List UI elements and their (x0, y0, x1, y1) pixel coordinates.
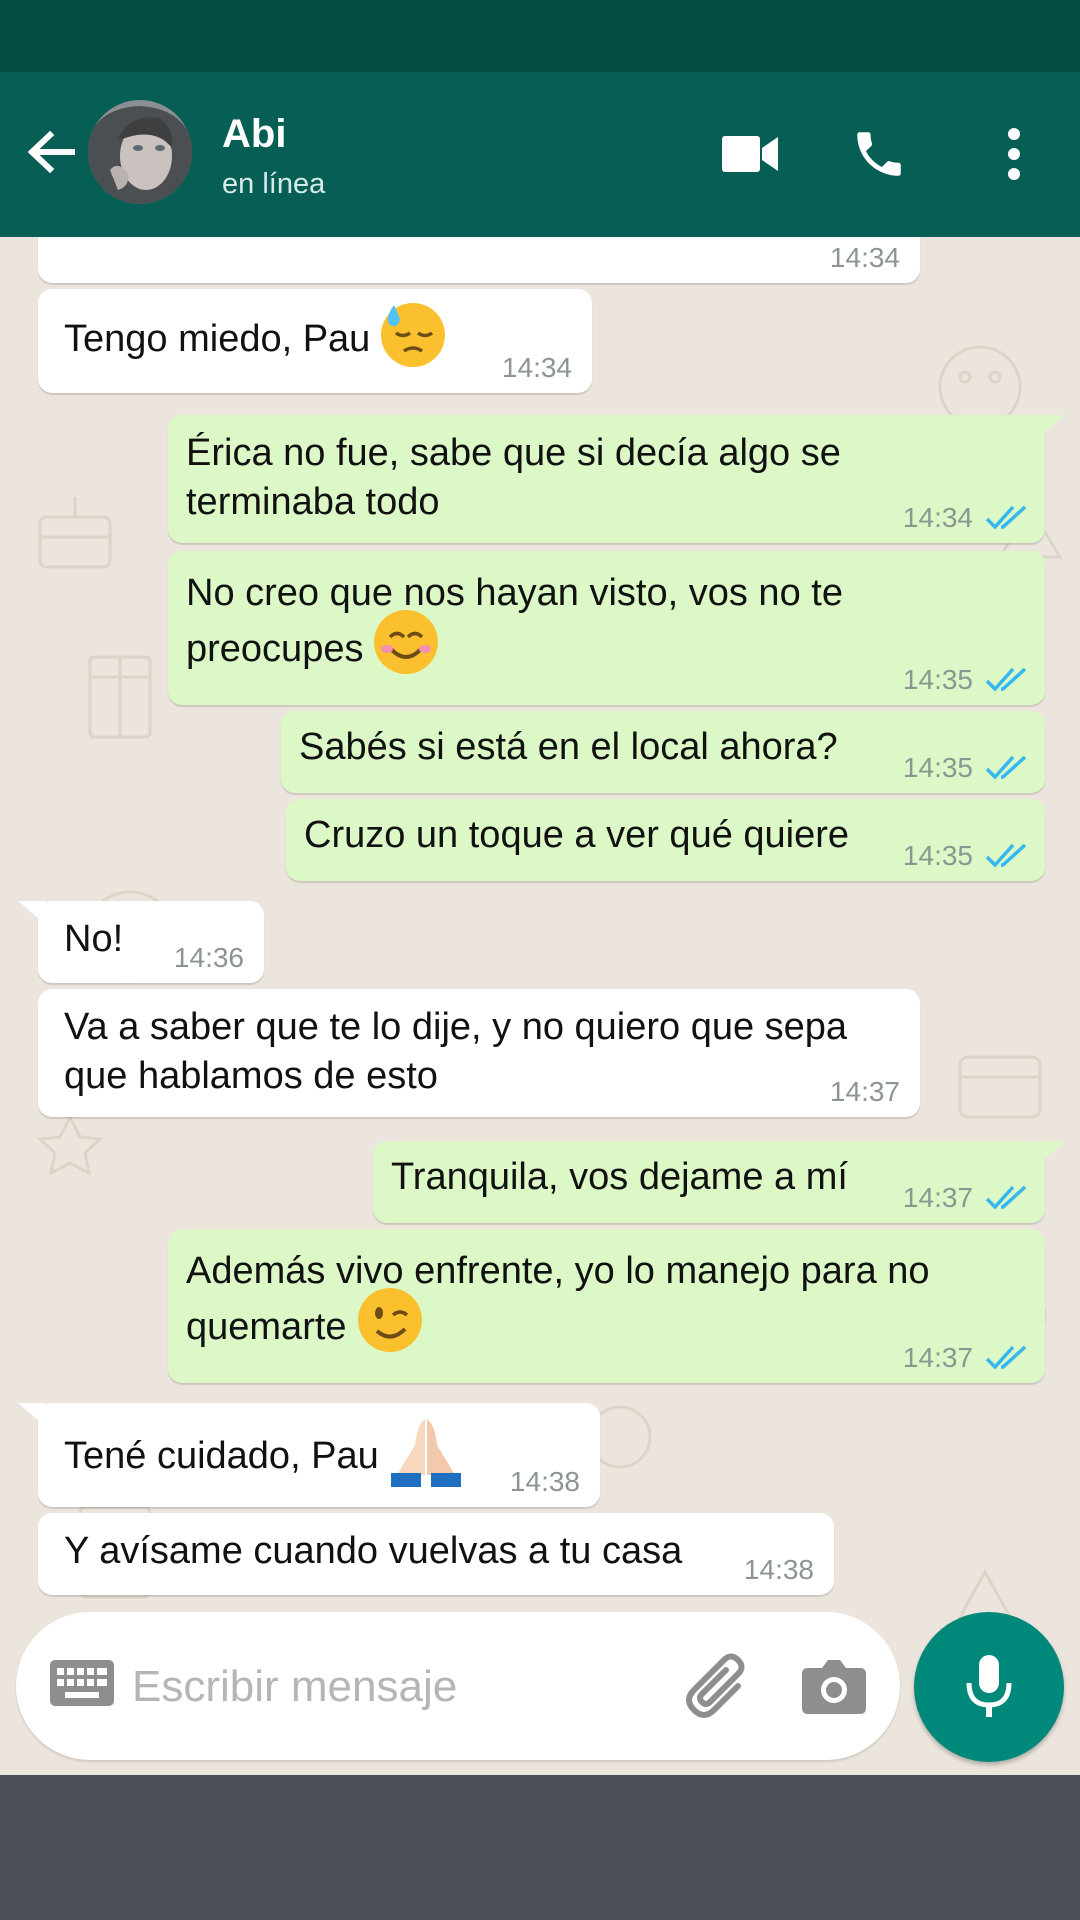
keyboard-icon[interactable] (50, 1660, 114, 1706)
message-time: 14:38 (509, 1466, 580, 1497)
voice-call-button[interactable] (848, 122, 910, 186)
camera-icon[interactable] (802, 1658, 866, 1714)
status-bar (0, 0, 1080, 72)
bubble-tail (1037, 415, 1065, 439)
message-text: Va a saber que te lo dije, y no quiero q… (64, 1006, 848, 1097)
message-time: 14:36 (173, 942, 244, 973)
message-meta: 14:35 (903, 753, 1031, 783)
message-time: 14:38 (743, 1554, 814, 1585)
message-text: Tené cuidado, Pau (64, 1435, 379, 1478)
microphone-icon (966, 1655, 1012, 1717)
smiling-face-emoji (374, 609, 439, 674)
incoming-message[interactable]: Va a saber que te lo dije, y no quiero q… (38, 989, 920, 1117)
outgoing-message[interactable]: Además vivo enfrente, yo lo manejo para … (168, 1229, 1045, 1383)
outgoing-message[interactable]: Cruzo un toque a ver qué quiere 14:35 (286, 799, 1045, 881)
back-arrow-icon (27, 130, 75, 174)
message-list[interactable]: 14:34 Tengo miedo, Pau 14:34 Érica no fu… (0, 237, 1080, 1775)
message-text: Además vivo enfrente, yo lo manejo para … (186, 1250, 930, 1348)
message-text: Y avísame cuando vuelvas a tu casa (64, 1530, 683, 1572)
message-text: Tranquila, vos dejame a mí (391, 1156, 848, 1198)
contact-status: en línea (222, 168, 326, 200)
message-meta: 14:38 (510, 1467, 580, 1497)
video-call-icon (722, 136, 778, 172)
incoming-message[interactable]: No! 14:36 (18, 901, 264, 983)
incoming-message[interactable]: Tengo miedo, Pau 14:34 (38, 289, 592, 393)
winking-face-emoji (357, 1287, 422, 1352)
incoming-message[interactable]: 14:34 (38, 237, 920, 283)
chat-header: Abi en línea (0, 72, 1080, 237)
read-receipt-icon (985, 1345, 1027, 1370)
attach-paperclip-icon[interactable] (680, 1652, 756, 1722)
incoming-message[interactable]: Tené cuidado, Pau 14:38 (18, 1403, 600, 1507)
folded-hands-emoji (390, 1419, 461, 1487)
message-time: 14:35 (902, 752, 973, 783)
more-vert-icon (1008, 128, 1020, 180)
message-meta: 14:37 (903, 1183, 1031, 1213)
message-time: 14:34 (902, 502, 973, 533)
message-time: 14:35 (902, 840, 973, 871)
outgoing-message[interactable]: Sabés si está en el local ahora? 14:35 (281, 711, 1045, 793)
downcast-face-with-sweat-emoji (381, 303, 446, 367)
message-time: 14:35 (902, 664, 973, 695)
read-receipt-icon (985, 755, 1027, 780)
message-text: No creo que nos hayan visto, vos no te p… (186, 572, 843, 670)
message-text: Tengo miedo, Pau (64, 318, 371, 361)
message-text: Sabés si está en el local ahora? (299, 726, 838, 768)
contact-avatar[interactable] (88, 100, 192, 204)
message-meta: 14:37 (830, 1077, 900, 1107)
more-options-button[interactable] (996, 122, 1032, 186)
read-receipt-icon (985, 505, 1027, 530)
message-time: 14:37 (902, 1342, 973, 1373)
message-time: 14:34 (829, 242, 900, 273)
bubble-tail (1037, 1141, 1065, 1165)
message-time: 14:34 (501, 352, 572, 383)
video-call-button[interactable] (720, 122, 782, 186)
read-receipt-icon (985, 843, 1027, 868)
read-receipt-icon (985, 667, 1027, 692)
message-meta: 14:37 (903, 1343, 1031, 1373)
voice-record-button[interactable] (914, 1612, 1064, 1762)
outgoing-message[interactable]: Tranquila, vos dejame a mí 14:37 (373, 1141, 1065, 1223)
incoming-message[interactable]: Y avísame cuando vuelvas a tu casa 14:38 (38, 1513, 834, 1595)
contact-name[interactable]: Abi (222, 112, 286, 157)
message-meta: 14:34 (903, 503, 1031, 533)
message-composer (16, 1612, 900, 1760)
message-time: 14:37 (829, 1076, 900, 1107)
phone-call-icon (857, 132, 901, 176)
message-meta: 14:34 (830, 243, 900, 273)
message-meta: 14:36 (174, 943, 244, 973)
message-text: Érica no fue, sabe que si decía algo se … (186, 432, 841, 523)
message-meta: 14:38 (744, 1555, 814, 1585)
message-input[interactable] (132, 1652, 652, 1722)
message-meta: 14:35 (903, 841, 1031, 871)
outgoing-message[interactable]: No creo que nos hayan visto, vos no te p… (168, 551, 1045, 705)
message-text: No! (64, 918, 124, 960)
message-meta: 14:34 (502, 353, 572, 383)
message-time: 14:37 (902, 1182, 973, 1213)
read-receipt-icon (985, 1185, 1027, 1210)
message-meta: 14:35 (903, 665, 1031, 695)
system-nav-bar (0, 1775, 1080, 1920)
outgoing-message[interactable]: Érica no fue, sabe que si decía algo se … (168, 415, 1065, 543)
back-button[interactable] (22, 122, 82, 182)
message-text: Cruzo un toque a ver qué quiere (304, 814, 850, 856)
